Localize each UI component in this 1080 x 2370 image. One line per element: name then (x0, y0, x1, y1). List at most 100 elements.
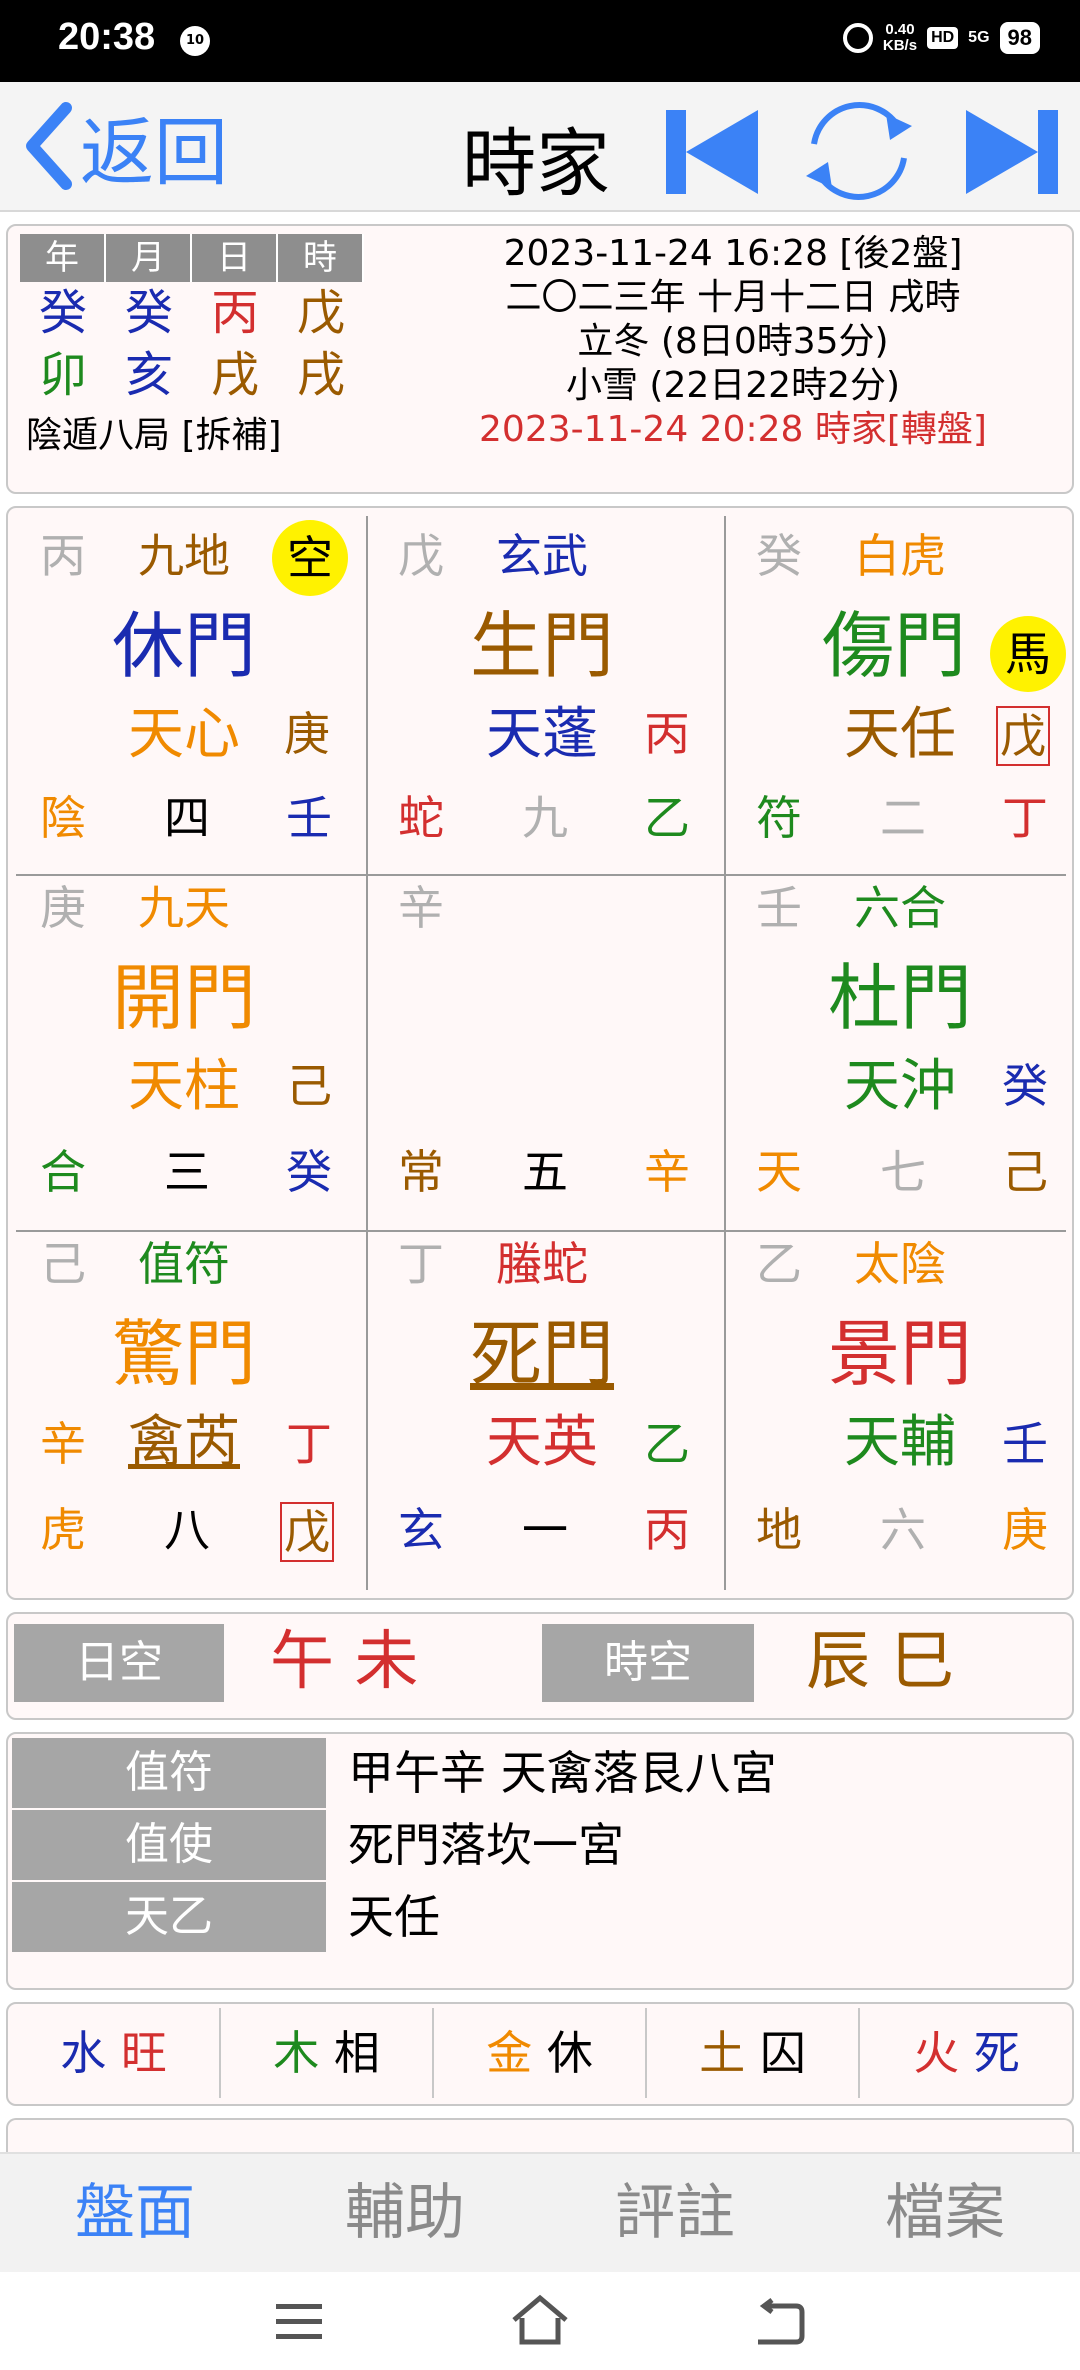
tab-chart[interactable]: 盤面 (0, 2170, 270, 2256)
star: 天任 (844, 702, 956, 767)
home-icon[interactable] (510, 2294, 570, 2346)
zhishi-value: 死門落坎一宮 (348, 1818, 624, 1872)
hour-void-values: 辰 巳 (806, 1625, 955, 1699)
element-metal: 金 休 (434, 2008, 647, 2098)
zhifu-panel: 值符 甲午辛 天禽落艮八宮 值使 死門落坎一宮 天乙 天任 (6, 1732, 1074, 1990)
tianyi-value: 天任 (348, 1890, 440, 1944)
star: 天沖 (844, 1054, 956, 1119)
palace-number: 八 (164, 1503, 210, 1557)
zhifu-value: 甲午辛 天禽落艮八宮 (348, 1746, 777, 1800)
star: 天心 (128, 702, 240, 767)
pillar-headers: 年 月 日 時 (20, 234, 364, 282)
refresh-button[interactable] (794, 102, 924, 200)
palace-9[interactable]: 戊 玄武 生門 天蓬 丙 蛇 九 乙 (374, 516, 730, 872)
horse-badge: 馬 (990, 616, 1066, 692)
door: 傷門 (822, 604, 967, 688)
deity: 九地 (138, 529, 230, 583)
god: 陰 (40, 791, 86, 845)
palace-2[interactable]: 癸 白虎 傷門 馬 天任 戊 符 二 丁 (732, 516, 1080, 872)
palace-5[interactable]: 辛 常 五 辛 (374, 874, 730, 1230)
palace-1[interactable]: 丁 螣蛇 死門 天英 乙 玄 一 丙 (374, 1232, 730, 1588)
chart-panel: 丙 九地 空 休門 天心 庚 陰 四 壬 戊 玄武 生門 天蓬 丙 蛇 九 乙 … (6, 506, 1074, 1600)
palace-6[interactable]: 乙 太陰 景門 天輔 壬 地 六 庚 (732, 1232, 1080, 1588)
notification-badge-icon: 10 (180, 26, 210, 56)
deity: 螣蛇 (496, 1237, 588, 1291)
door: 驚門 (112, 1312, 257, 1396)
star: 天輔 (844, 1410, 956, 1475)
palace-number: 二 (880, 791, 926, 845)
deity: 太陰 (854, 1237, 946, 1291)
deity: 六合 (854, 881, 946, 935)
deity: 玄武 (496, 529, 588, 583)
tab-files[interactable]: 檔案 (810, 2170, 1080, 2256)
god: 虎 (40, 1503, 86, 1557)
page-title: 時家 (462, 121, 610, 207)
status-bar: 20:38 10 0.40 KB/s HD 5G 98 (0, 0, 1080, 82)
star: 天柱 (128, 1054, 240, 1119)
door: 休門 (112, 604, 257, 688)
alarm-icon (842, 23, 873, 53)
door: 開門 (112, 956, 257, 1040)
zhifu-label: 值符 (12, 1738, 326, 1808)
day-void-values: 午 未 (270, 1625, 419, 1699)
date-info: 2023-11-24 16:28 [後2盤] 二〇二三年 十月十二日 戌時 立冬… (398, 232, 1068, 452)
palace-7[interactable]: 壬 六合 杜門 天沖 癸 天 七 己 (732, 874, 1080, 1230)
skip-next-icon (966, 110, 1058, 194)
god: 符 (756, 791, 802, 845)
god: 地 (756, 1503, 802, 1557)
palace-4[interactable]: 丙 九地 空 休門 天心 庚 陰 四 壬 (16, 516, 372, 872)
palace-number: 四 (164, 791, 210, 845)
deity: 九天 (138, 881, 230, 935)
tab-bar: 盤面 輔助 評註 檔案 (0, 2152, 1080, 2272)
palace-number: 一 (522, 1503, 568, 1557)
zhishi-label: 值使 (12, 1810, 326, 1880)
god: 常 (398, 1145, 444, 1199)
palace-number: 五 (522, 1145, 568, 1199)
element-water: 水 旺 (8, 2008, 221, 2098)
tab-auxiliary[interactable]: 輔助 (270, 2170, 540, 2256)
door: 杜門 (828, 956, 973, 1040)
back-nav-icon[interactable] (752, 2298, 806, 2346)
menu-icon[interactable] (274, 2300, 324, 2344)
palace-number: 九 (522, 791, 568, 845)
solar-term-1: 立冬 (8日0時35分) (577, 321, 889, 362)
signal-icon: 5G (968, 29, 990, 46)
palace-8[interactable]: 己 值符 驚門 辛 禽芮 丁 虎 八 戊 (16, 1232, 372, 1588)
star: 禽芮 (128, 1410, 240, 1475)
ju-label: 陰遁八局 [拆補] (26, 415, 282, 456)
tianyi-label: 天乙 (12, 1882, 326, 1952)
info-panel: 年 月 日 時 癸 癸 丙 戊 卯 亥 戌 戌 陰遁八局 [拆補] 2023-1… (6, 224, 1074, 494)
net-speed: 0.40 KB/s (882, 21, 918, 54)
nav-bar: 返回 時家 (0, 82, 1080, 212)
pillar-stems: 癸 癸 丙 戊 (38, 285, 345, 341)
battery-icon: 98 (999, 22, 1040, 54)
door: 生門 (470, 604, 615, 688)
solar-datetime: 2023-11-24 16:28 [後2盤] (503, 233, 963, 274)
element-wood: 木 相 (221, 2008, 434, 2098)
skip-next-button[interactable] (964, 104, 1060, 200)
hour-void-label: 時空 (542, 1624, 754, 1702)
system-nav-bar (0, 2272, 1080, 2370)
god: 天 (756, 1145, 802, 1199)
tab-comments[interactable]: 評註 (540, 2170, 810, 2256)
empty-badge: 空 (272, 520, 348, 596)
palace-number: 七 (880, 1145, 926, 1199)
door: 死門 (470, 1312, 615, 1396)
chevron-left-icon (26, 102, 72, 190)
sync-icon (806, 102, 912, 200)
back-button[interactable]: 返回 (22, 100, 228, 196)
day-void-label: 日空 (14, 1624, 224, 1702)
status-time: 20:38 (58, 16, 156, 58)
skip-previous-icon (666, 110, 758, 194)
elements-panel: 水 旺 木 相 金 休 土 囚 火 死 (6, 2002, 1074, 2106)
pillar-branches: 卯 亥 戌 戌 (38, 347, 345, 403)
back-label: 返回 (80, 109, 228, 196)
nine-palace-grid: 丙 九地 空 休門 天心 庚 陰 四 壬 戊 玄武 生門 天蓬 丙 蛇 九 乙 … (16, 516, 1066, 1590)
palace-3[interactable]: 庚 九天 開門 天柱 己 合 三 癸 (16, 874, 372, 1230)
solar-term-2: 小雪 (22日22時2分) (565, 365, 901, 406)
palace-number: 三 (164, 1145, 210, 1199)
element-fire: 火 死 (913, 2026, 1020, 2080)
god: 玄 (398, 1503, 444, 1557)
deity: 值符 (138, 1237, 230, 1291)
skip-previous-button[interactable] (664, 104, 760, 200)
